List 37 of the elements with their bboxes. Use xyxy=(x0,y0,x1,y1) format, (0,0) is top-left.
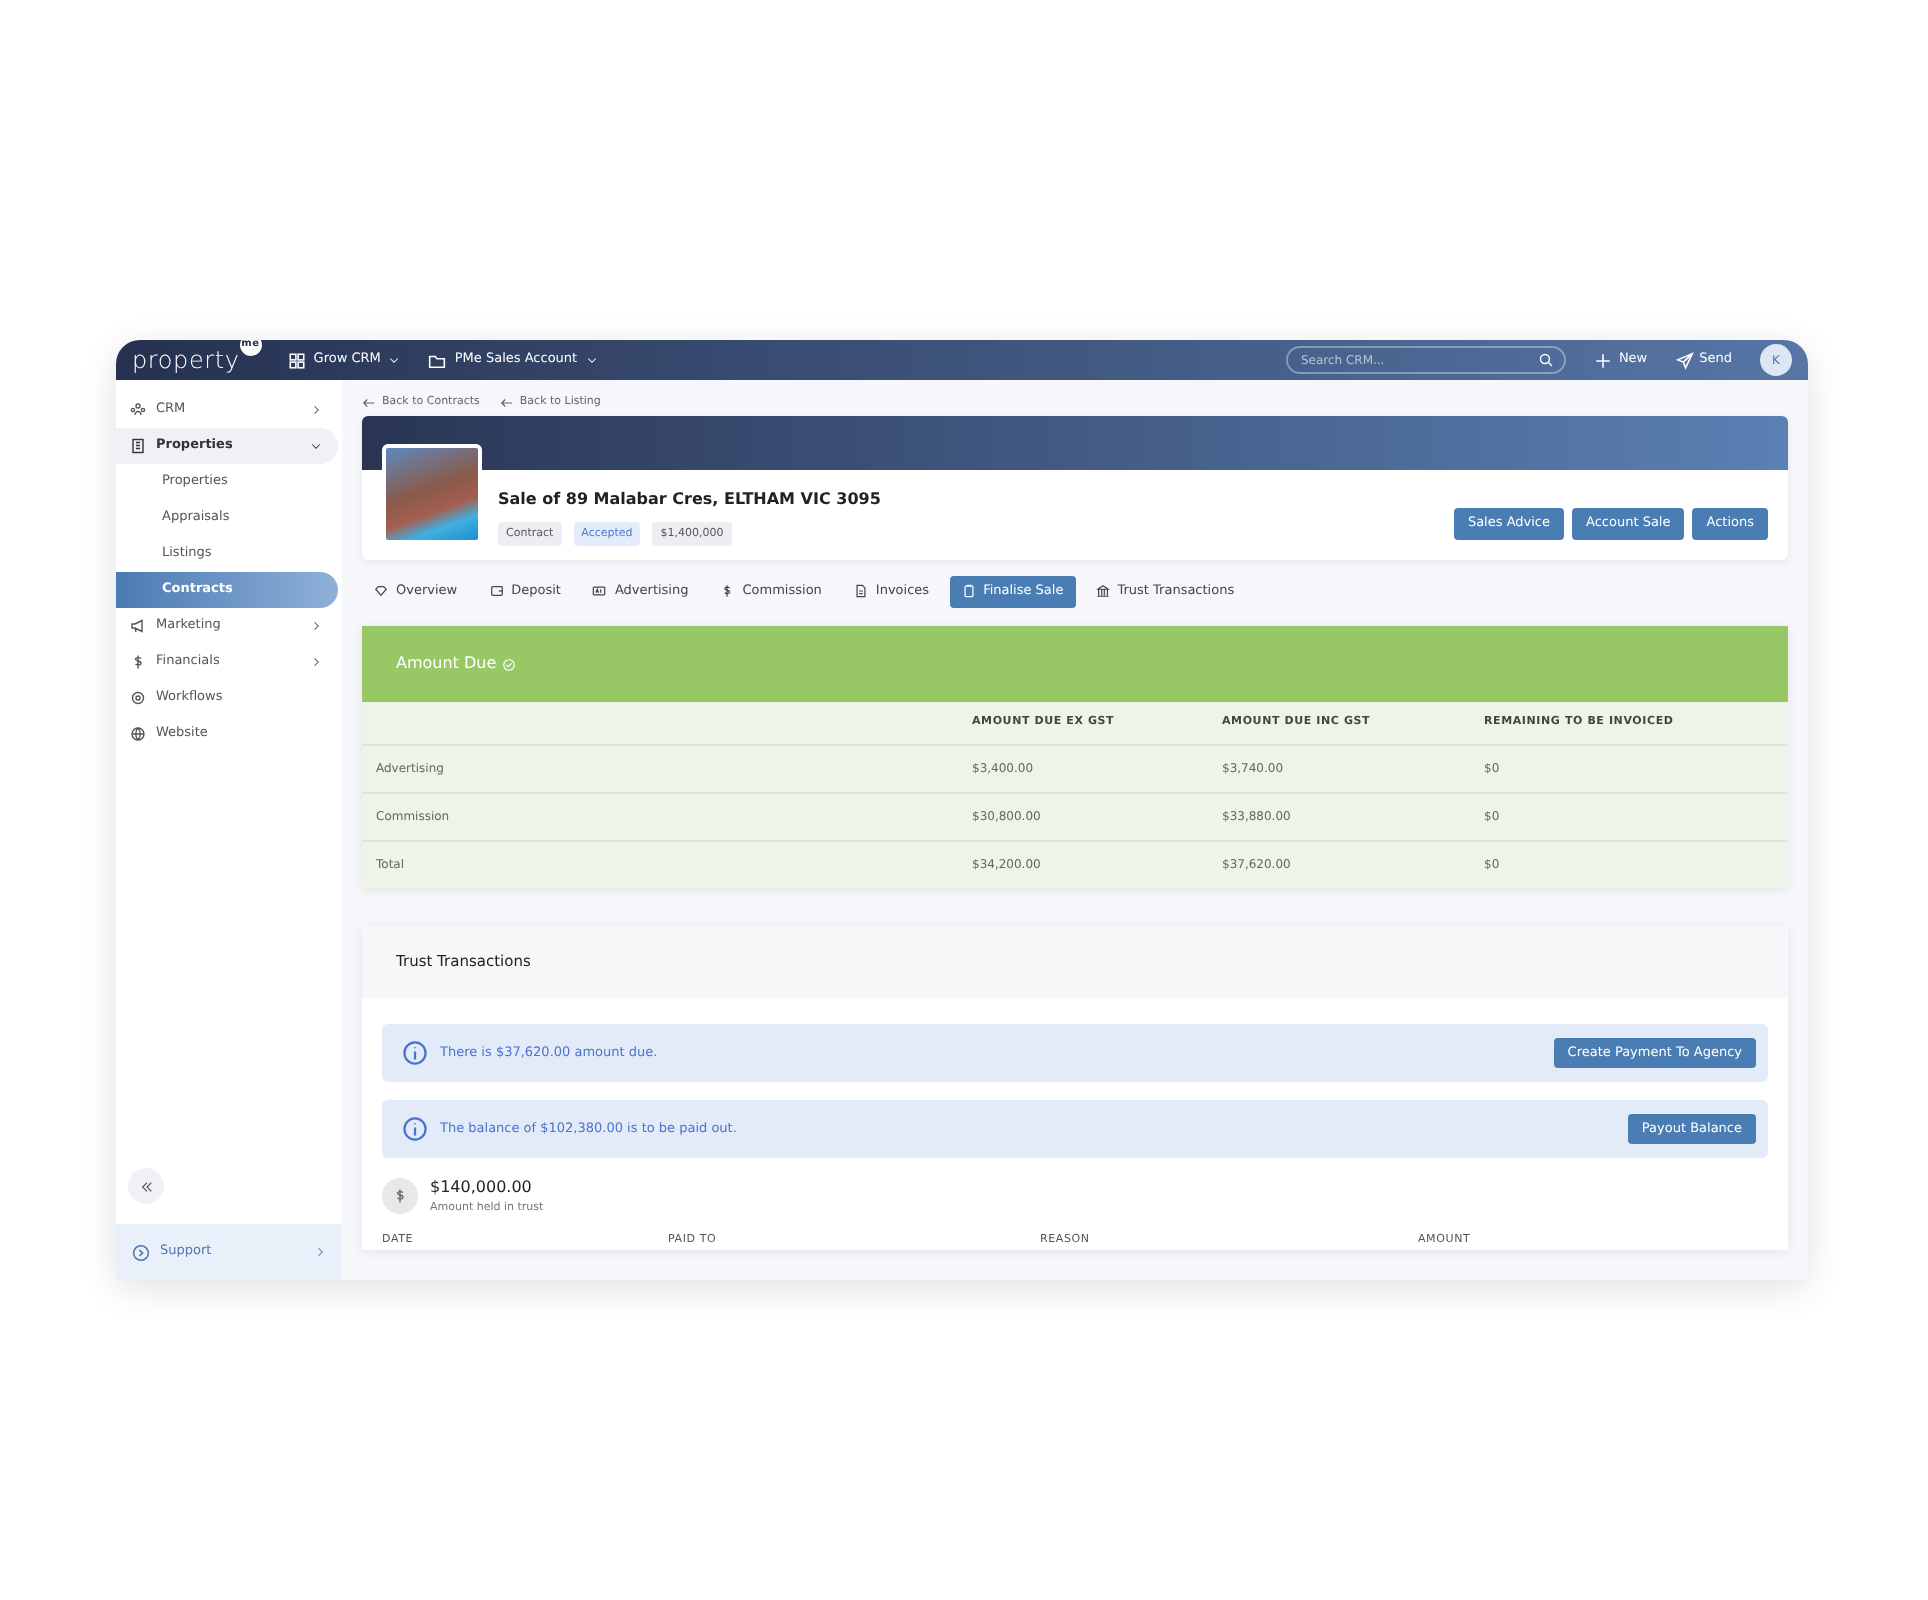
send-icon xyxy=(1675,351,1694,369)
held-amount: $140,000.00 xyxy=(430,1176,534,1200)
search-icon xyxy=(1538,352,1555,368)
megaphone-icon xyxy=(130,618,146,634)
arrow-left-icon xyxy=(499,395,514,409)
chevron-right-icon xyxy=(310,404,322,416)
wallet-icon xyxy=(489,584,504,599)
workflow-icon xyxy=(130,690,146,706)
plus-icon xyxy=(1594,351,1613,369)
bank-icon xyxy=(1095,584,1110,599)
chevron-right-icon xyxy=(314,1246,326,1258)
caret-icon xyxy=(388,354,401,366)
chevron-right-icon xyxy=(310,656,322,668)
document-icon xyxy=(853,584,868,599)
caret-icon xyxy=(585,354,598,366)
arrow-left-icon xyxy=(362,395,376,409)
ad-icon xyxy=(592,584,607,599)
card-title: Amount Due xyxy=(396,652,497,676)
collapse-button[interactable] xyxy=(128,1168,164,1204)
globe-icon xyxy=(130,726,146,742)
people-icon xyxy=(130,402,146,418)
double-chevron-icon xyxy=(139,1179,153,1193)
info-icon xyxy=(402,1040,428,1066)
clipboard-icon xyxy=(961,584,976,599)
dollar-icon xyxy=(382,1178,418,1215)
check-circle-icon xyxy=(502,657,517,671)
building-icon xyxy=(130,438,146,454)
diamond-icon xyxy=(374,584,388,599)
dollar-icon xyxy=(130,654,146,670)
chevron-down-icon xyxy=(310,440,322,452)
folder-icon xyxy=(428,351,447,369)
photo-placeholder xyxy=(382,444,482,544)
listing-title: Sale of 89 Malabar Cres, ELTHAM VIC 3095 xyxy=(498,488,881,512)
grid-icon xyxy=(287,351,306,369)
dollar-icon xyxy=(720,584,735,599)
chevron-right-icon xyxy=(310,620,322,632)
info-icon xyxy=(402,1116,428,1142)
